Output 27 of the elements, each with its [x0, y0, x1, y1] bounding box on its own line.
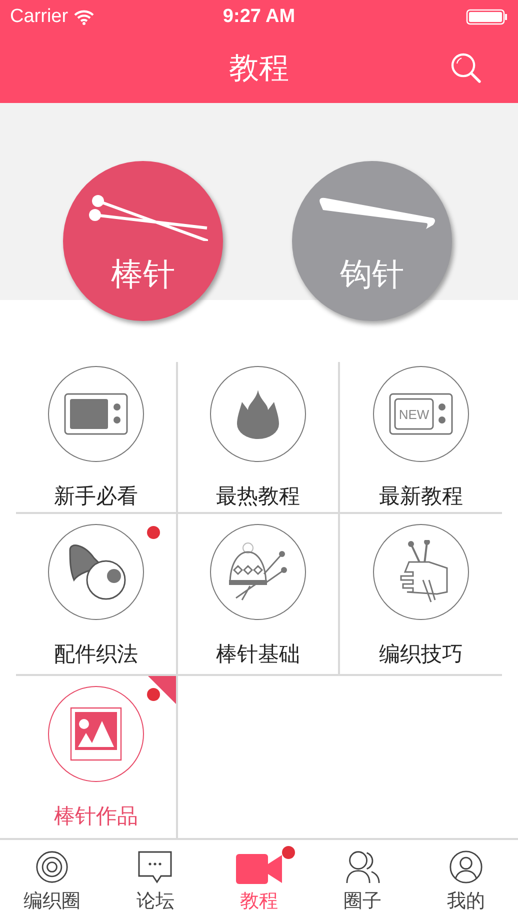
battery-icon: [466, 9, 508, 25]
new-tv-icon: NEW: [389, 393, 453, 435]
chat-icon: [137, 850, 174, 884]
tab-item[interactable]: 论坛: [104, 840, 208, 920]
tutorial-item[interactable]: 编织技巧: [340, 514, 502, 676]
picture-icon: [70, 707, 122, 761]
nav-title: 教程: [229, 50, 289, 88]
tv-icon: [64, 393, 128, 435]
carrier-label: Carrier: [10, 6, 68, 28]
tutorial-item[interactable]: 最热教程: [178, 362, 340, 514]
tab-item[interactable]: 编织圈: [0, 840, 104, 920]
people-icon: [346, 850, 380, 884]
concentric-rings-icon: [34, 850, 69, 884]
tutorial-item[interactable]: 新手必看: [16, 362, 178, 514]
tab-item[interactable]: 圈子: [310, 840, 414, 920]
tutorial-item[interactable]: 棒针基础: [178, 514, 340, 676]
wifi-icon: [74, 10, 94, 24]
flame-icon: [236, 389, 280, 439]
tutorial-item[interactable]: NEW 最新教程: [340, 362, 502, 514]
video-camera-icon: [236, 854, 282, 884]
clock-time: 9:27 AM: [222, 6, 296, 28]
tutorial-item[interactable]: 棒针作品: [16, 676, 178, 838]
tutorial-item[interactable]: 配件织法: [16, 514, 178, 676]
corner-flag-icon: [148, 676, 176, 704]
profile-icon: [449, 850, 484, 884]
tab-item[interactable]: 我的: [414, 840, 518, 920]
category-button[interactable]: 棒针: [63, 161, 223, 321]
